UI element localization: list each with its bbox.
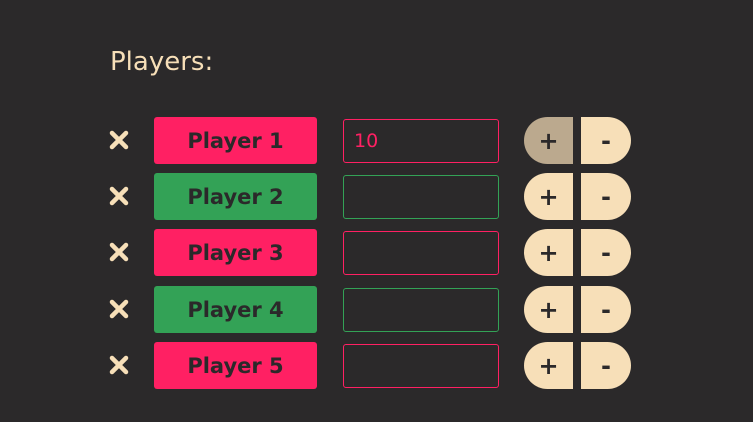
- player-row: Player 1 + -: [0, 117, 753, 165]
- player-row: Player 4 + -: [0, 286, 753, 334]
- player-row: Player 5 + -: [0, 342, 753, 390]
- player-4-name-button[interactable]: Player 4: [154, 286, 317, 333]
- player-2-score-stepper: + -: [524, 173, 631, 220]
- player-1-score-input[interactable]: [343, 119, 499, 163]
- player-3-score-stepper: + -: [524, 229, 631, 276]
- player-3-score-input[interactable]: [343, 231, 499, 275]
- player-2-name-button[interactable]: Player 2: [154, 173, 317, 220]
- player-3-increment-button[interactable]: +: [524, 229, 573, 276]
- player-4-decrement-button[interactable]: -: [581, 286, 631, 333]
- close-icon: [109, 186, 129, 206]
- player-5-increment-button[interactable]: +: [524, 342, 573, 389]
- player-5-score-stepper: + -: [524, 342, 631, 389]
- player-5-name-button[interactable]: Player 5: [154, 342, 317, 389]
- player-3-name-button[interactable]: Player 3: [154, 229, 317, 276]
- player-1-score-stepper: + -: [524, 117, 631, 164]
- close-icon: [109, 130, 129, 150]
- page-title: Players:: [110, 47, 214, 77]
- player-4-score-stepper: + -: [524, 286, 631, 333]
- player-2-score-input[interactable]: [343, 175, 499, 219]
- player-1-decrement-button[interactable]: -: [581, 117, 631, 164]
- player-row: Player 2 + -: [0, 173, 753, 221]
- close-icon: [109, 355, 129, 375]
- player-4-score-input[interactable]: [343, 288, 499, 332]
- player-5-decrement-button[interactable]: -: [581, 342, 631, 389]
- player-4-increment-button[interactable]: +: [524, 286, 573, 333]
- player-1-increment-button[interactable]: +: [524, 117, 573, 164]
- player-2-decrement-button[interactable]: -: [581, 173, 631, 220]
- player-3-decrement-button[interactable]: -: [581, 229, 631, 276]
- player-5-score-input[interactable]: [343, 344, 499, 388]
- player-2-increment-button[interactable]: +: [524, 173, 573, 220]
- player-row: Player 3 + -: [0, 229, 753, 277]
- player-1-name-button[interactable]: Player 1: [154, 117, 317, 164]
- remove-player-4-button[interactable]: [106, 296, 132, 322]
- remove-player-1-button[interactable]: [106, 127, 132, 153]
- remove-player-5-button[interactable]: [106, 352, 132, 378]
- close-icon: [109, 299, 129, 319]
- remove-player-3-button[interactable]: [106, 239, 132, 265]
- remove-player-2-button[interactable]: [106, 183, 132, 209]
- close-icon: [109, 242, 129, 262]
